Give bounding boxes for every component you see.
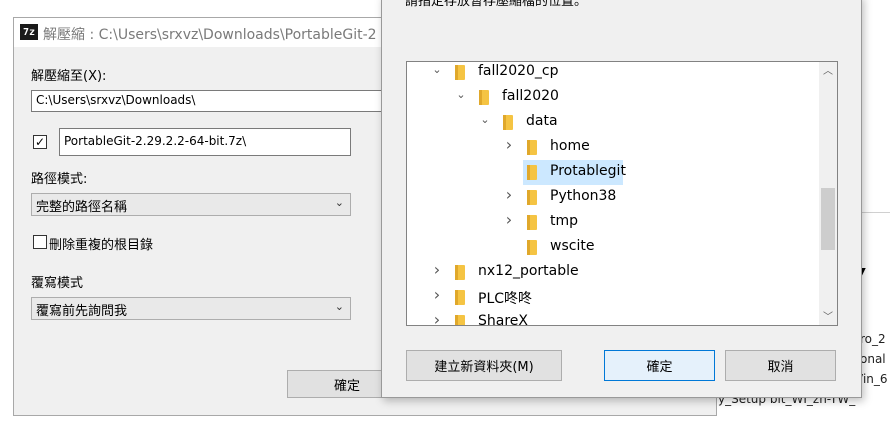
tree-item[interactable]: ⌄ fall2020 [407,85,817,110]
browse-cancel-button[interactable]: 取消 [725,350,836,381]
folder-icon [455,290,465,305]
tree-scrollbar[interactable]: ︿ ﹀ [819,62,837,325]
tree-item[interactable]: › home [407,135,817,160]
extract-to-input[interactable]: C:\Users\srxvz\Downloads\ [31,90,391,112]
overwrite-mode-select[interactable]: 覆寫前先詢問我 ⌄ [31,297,351,320]
path-mode-label: 路徑模式: [31,172,88,187]
subfolder-input[interactable]: PortableGit-2.29.2.2-64-bit.7z\ [59,128,351,156]
folder-tree[interactable]: ⌄ fall2020_cp ⌄ fall2020 ⌄ data › home Protableg… [406,61,838,326]
tree-item-label: PLC咚咚 [478,291,533,307]
7zip-logo-icon: 7z [20,24,38,40]
tree-item[interactable]: Protablegit [407,160,817,185]
folder-icon [527,140,537,155]
tree-item[interactable]: › nx12_portable [407,260,817,285]
subfolder-checkbox[interactable]: ✓ [33,135,47,149]
extract-to-label: 解壓縮至(X): [31,69,107,84]
scrollbar-thumb[interactable] [821,188,835,250]
tree-item[interactable]: › PLC咚咚 [407,285,817,310]
folder-icon [455,65,465,80]
tree-item-label: wscite [550,238,595,254]
browse-folder-dialog: 請指定存放暫存壓縮檔的位置。 ⌄ fall2020_cp ⌄ fall2020 ⌄ dat… [381,0,862,398]
tree-item[interactable]: ⌄ data [407,110,817,135]
tree-item[interactable]: › Python38 [407,185,817,210]
folder-icon [527,190,537,205]
tree-item[interactable]: wscite [407,235,817,260]
path-mode-value: 完整的路徑名稱 [36,200,128,215]
chevron-right-icon[interactable]: › [503,135,515,154]
scroll-down-icon[interactable]: ﹀ [819,308,837,325]
folder-icon [527,215,537,230]
extract-dialog-title: 解壓縮 : C:\Users\srxvz\Downloads\PortableG… [43,27,377,43]
folder-icon [527,165,537,180]
browse-ok-button[interactable]: 確定 [604,350,715,381]
new-folder-button[interactable]: 建立新資料夾(M) [406,350,562,381]
chevron-right-icon[interactable]: › [431,260,443,279]
folder-icon [503,115,513,130]
chevron-down-icon[interactable]: ⌄ [455,88,467,101]
tree-item-label: data [526,113,558,129]
eliminate-duplicates-checkbox[interactable] [33,235,47,249]
tree-item-label: Python38 [550,188,617,204]
tree-item[interactable]: › tmp [407,210,817,235]
chevron-right-icon[interactable]: › [431,285,443,304]
chevron-down-icon: ⌄ [334,300,344,313]
chevron-right-icon[interactable]: › [503,185,515,204]
chevron-right-icon[interactable]: › [503,210,515,229]
tree-item-label: home [550,138,590,154]
tree-item-label: nx12_portable [478,263,579,279]
background-divider [862,212,890,213]
chevron-down-icon[interactable]: ⌄ [431,63,443,76]
path-mode-select[interactable]: 完整的路徑名稱 ⌄ [31,193,351,216]
tree-item-label: fall2020_cp [478,63,559,79]
background-file-fragment: ro_2 [860,332,886,346]
folder-icon [455,265,465,280]
background-file-fragment: onal [860,352,886,366]
tree-item[interactable]: ⌄ fall2020_cp [407,62,817,85]
tree-item-label: Protablegit [550,163,626,179]
tree-item-label: fall2020 [502,88,559,104]
tree-item-label: tmp [550,213,579,229]
scroll-up-icon[interactable]: ︿ [819,62,837,79]
chevron-down-icon[interactable]: ⌄ [479,113,491,126]
chevron-down-icon: ⌄ [334,196,344,209]
folder-icon [527,240,537,255]
folder-icon [455,315,465,325]
folder-icon [479,90,489,105]
chevron-right-icon[interactable]: › [431,310,443,325]
browse-instruction: 請指定存放暫存壓縮檔的位置。 [405,0,588,9]
eliminate-duplicates-label: 刪除重複的根目錄 [49,238,154,253]
overwrite-mode-label: 覆寫模式 [31,276,84,291]
tree-item-label: ShareX [478,313,528,326]
tree-item[interactable]: › ShareX [407,310,817,326]
overwrite-mode-value: 覆寫前先詢問我 [36,304,128,319]
